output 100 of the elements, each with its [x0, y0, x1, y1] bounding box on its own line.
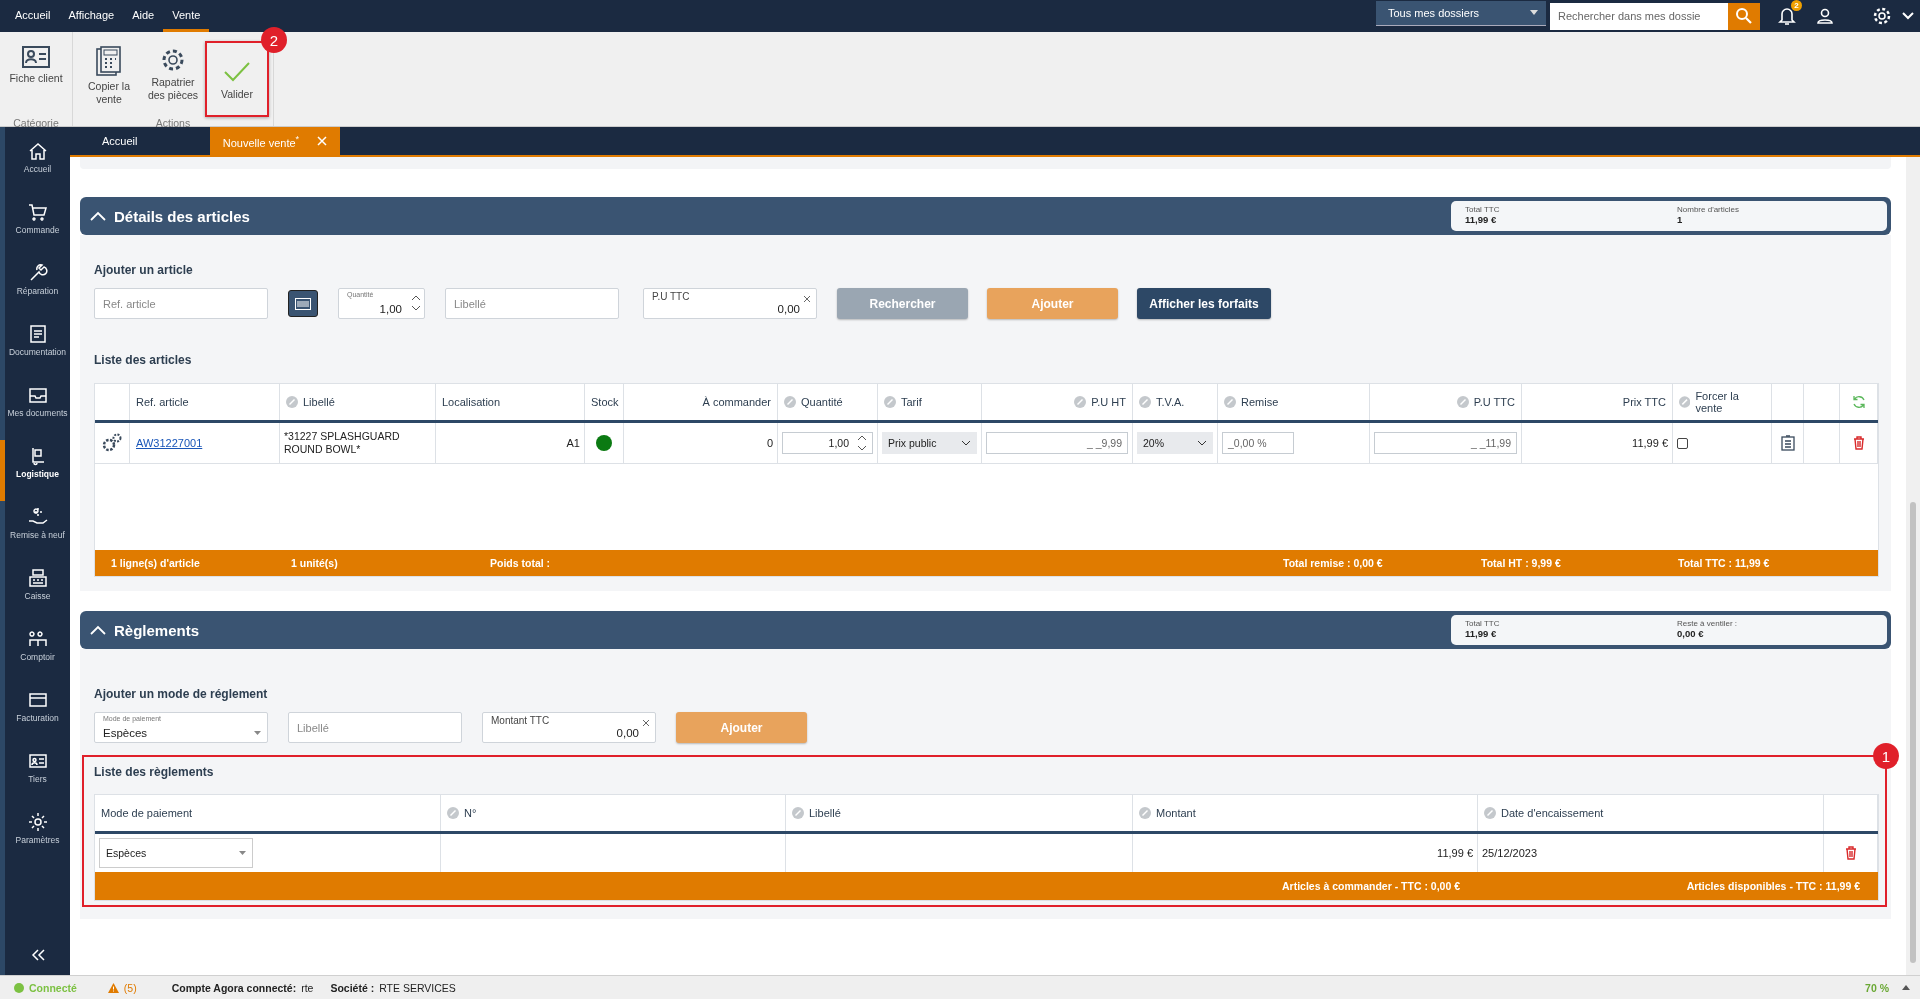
close-icon[interactable] — [317, 136, 328, 146]
ribbon-button[interactable]: Copier la vente — [77, 41, 141, 117]
chevron-up-icon[interactable] — [90, 211, 106, 221]
summary-label: Reste à ventiler : — [1677, 619, 1739, 628]
article-link[interactable]: AW31227001 — [134, 437, 203, 449]
sidebar-item[interactable]: Accueil — [0, 135, 70, 196]
checkbox[interactable] — [1677, 437, 1688, 449]
sidebar-item[interactable]: Tiers — [0, 745, 70, 806]
bell-icon[interactable] — [1778, 6, 1796, 26]
column-header: Date d'encaissement — [1501, 807, 1604, 819]
tariff-select[interactable]: Prix public — [882, 432, 977, 454]
vat-select[interactable]: 20% — [1137, 432, 1213, 454]
caret-icon — [239, 851, 246, 855]
column-header: Quantité — [801, 396, 843, 408]
folder-select[interactable]: Tous mes dossiers — [1376, 0, 1546, 26]
table-cell: A1 — [566, 437, 580, 449]
edit-icon — [784, 396, 796, 408]
ref-field[interactable]: Ref. article — [94, 288, 268, 319]
sidebar-item[interactable]: Documentation — [0, 318, 70, 379]
scrollbar[interactable] — [1906, 157, 1920, 975]
spinner-icon[interactable] — [857, 434, 867, 452]
section-header[interactable]: Règlements Total TTC 11,99 € Reste à ventiler : 0,00 € — [80, 611, 1891, 649]
home-icon — [27, 141, 48, 161]
summary-value: 1 — [1677, 214, 1684, 225]
edit-icon — [1456, 396, 1469, 408]
ribbon-button[interactable]: Valider — [205, 41, 269, 117]
menu-tab[interactable]: Aide — [123, 0, 164, 32]
label-field[interactable]: Libellé — [445, 288, 619, 319]
edit-icon — [1679, 396, 1691, 408]
status-label: Compte Agora connecté: — [171, 981, 297, 994]
clear-icon[interactable] — [642, 719, 650, 727]
ribbon-group-label: Catégorie — [12, 117, 60, 131]
discount-input[interactable]: _0,00 % — [1222, 432, 1294, 454]
table-cell: 0 — [766, 437, 773, 449]
column-header: Forcer la vente — [1695, 390, 1740, 414]
column-header: N° — [464, 807, 477, 819]
chevron-down-icon[interactable] — [1902, 12, 1914, 20]
warning-icon[interactable] — [107, 982, 119, 993]
section-header[interactable]: Détails des articles Total TTC 11,99 € Nombre d'articles 1 — [80, 197, 1891, 235]
column-header: À commander — [702, 396, 771, 408]
sidebar-item[interactable]: Comptoir — [0, 623, 70, 684]
total-text: Articles à commander - TTC : 0,00 € — [1281, 880, 1460, 892]
total-text: Articles disponibles - TTC : 11,99 € — [1685, 880, 1860, 892]
clear-icon[interactable] — [803, 295, 811, 303]
barcode-button[interactable] — [288, 290, 318, 317]
delete-icon[interactable] — [1844, 846, 1857, 860]
edit-icon — [447, 807, 459, 819]
label-field[interactable]: Libellé — [288, 712, 462, 743]
action-button[interactable]: Afficher les forfaits — [1137, 288, 1271, 319]
table-cell: 11,99 € — [1437, 847, 1473, 859]
column-header: Prix TTC — [1622, 396, 1666, 408]
column-header: Libellé — [303, 396, 335, 408]
chevron-down-icon — [1197, 440, 1207, 446]
column-header: Montant — [1156, 807, 1196, 819]
chevron-up-icon[interactable] — [90, 625, 106, 635]
menu-tab[interactable]: Affichage — [59, 0, 124, 32]
sidebar-item[interactable]: Paramètres — [0, 806, 70, 867]
collapse-icon[interactable] — [30, 949, 45, 961]
sidebar-item[interactable]: Mes documents — [0, 379, 70, 440]
sidebar-item[interactable]: Réparation — [0, 257, 70, 318]
caret-up-icon[interactable] — [1902, 985, 1910, 990]
search-field[interactable]: Rechercher dans mes dossie — [1550, 2, 1728, 30]
status-value: rte — [301, 981, 314, 994]
sidebar-item[interactable]: Logistique — [0, 440, 70, 501]
total-text: Total TTC : 11,99 € — [1678, 557, 1771, 569]
total-text: Total HT : 9,99 € — [1481, 557, 1562, 569]
summary-value: 11,99 € — [1465, 214, 1498, 225]
summary-value: 11,99 € — [1465, 628, 1498, 639]
ribbon-button[interactable]: Fiche client — [4, 41, 68, 117]
price-field[interactable]: P.U TTC 0,00 — [643, 288, 817, 319]
user-icon[interactable] — [1816, 7, 1834, 25]
sidebar-item[interactable]: Remise à neuf — [0, 501, 70, 562]
gears-icon[interactable] — [101, 433, 123, 453]
annotation-number: 2 — [261, 27, 287, 53]
spinner-icon[interactable] — [411, 293, 421, 313]
delete-icon[interactable] — [1852, 436, 1865, 450]
price-input[interactable]: _ _9,99 — [986, 432, 1128, 454]
ribbon-button[interactable]: Rapatrier des pièces — [141, 41, 205, 117]
column-header: T.V.A. — [1156, 396, 1185, 408]
column-header: Stock — [591, 396, 619, 408]
sidebar-item[interactable]: Commande — [0, 196, 70, 257]
hand-gear-icon — [27, 507, 48, 527]
amount-field[interactable]: Montant TTC 0,00 — [482, 712, 656, 743]
caret-icon — [1530, 10, 1538, 15]
edit-icon — [1224, 396, 1236, 408]
payment-mode-select[interactable]: Espèces — [99, 838, 253, 868]
column-header: Mode de paiement — [101, 807, 193, 819]
cash-register-icon — [27, 568, 48, 588]
quantity-input[interactable]: 1,00 — [782, 432, 873, 454]
subsection-title: Ajouter un article — [94, 263, 194, 277]
summary-label: Total TTC — [1465, 205, 1501, 214]
total-text: Total remise : 0,00 € — [1283, 557, 1384, 569]
menu-tab[interactable]: Accueil — [6, 0, 60, 32]
settings-icon[interactable] — [1872, 6, 1892, 26]
sidebar-item[interactable]: Facturation — [0, 684, 70, 745]
document-icon[interactable] — [1780, 435, 1795, 451]
search-button[interactable] — [1728, 2, 1760, 30]
price-input[interactable]: _ _11,99 — [1374, 432, 1517, 454]
sidebar-item[interactable]: Caisse — [0, 562, 70, 623]
settings-icon — [27, 812, 48, 832]
